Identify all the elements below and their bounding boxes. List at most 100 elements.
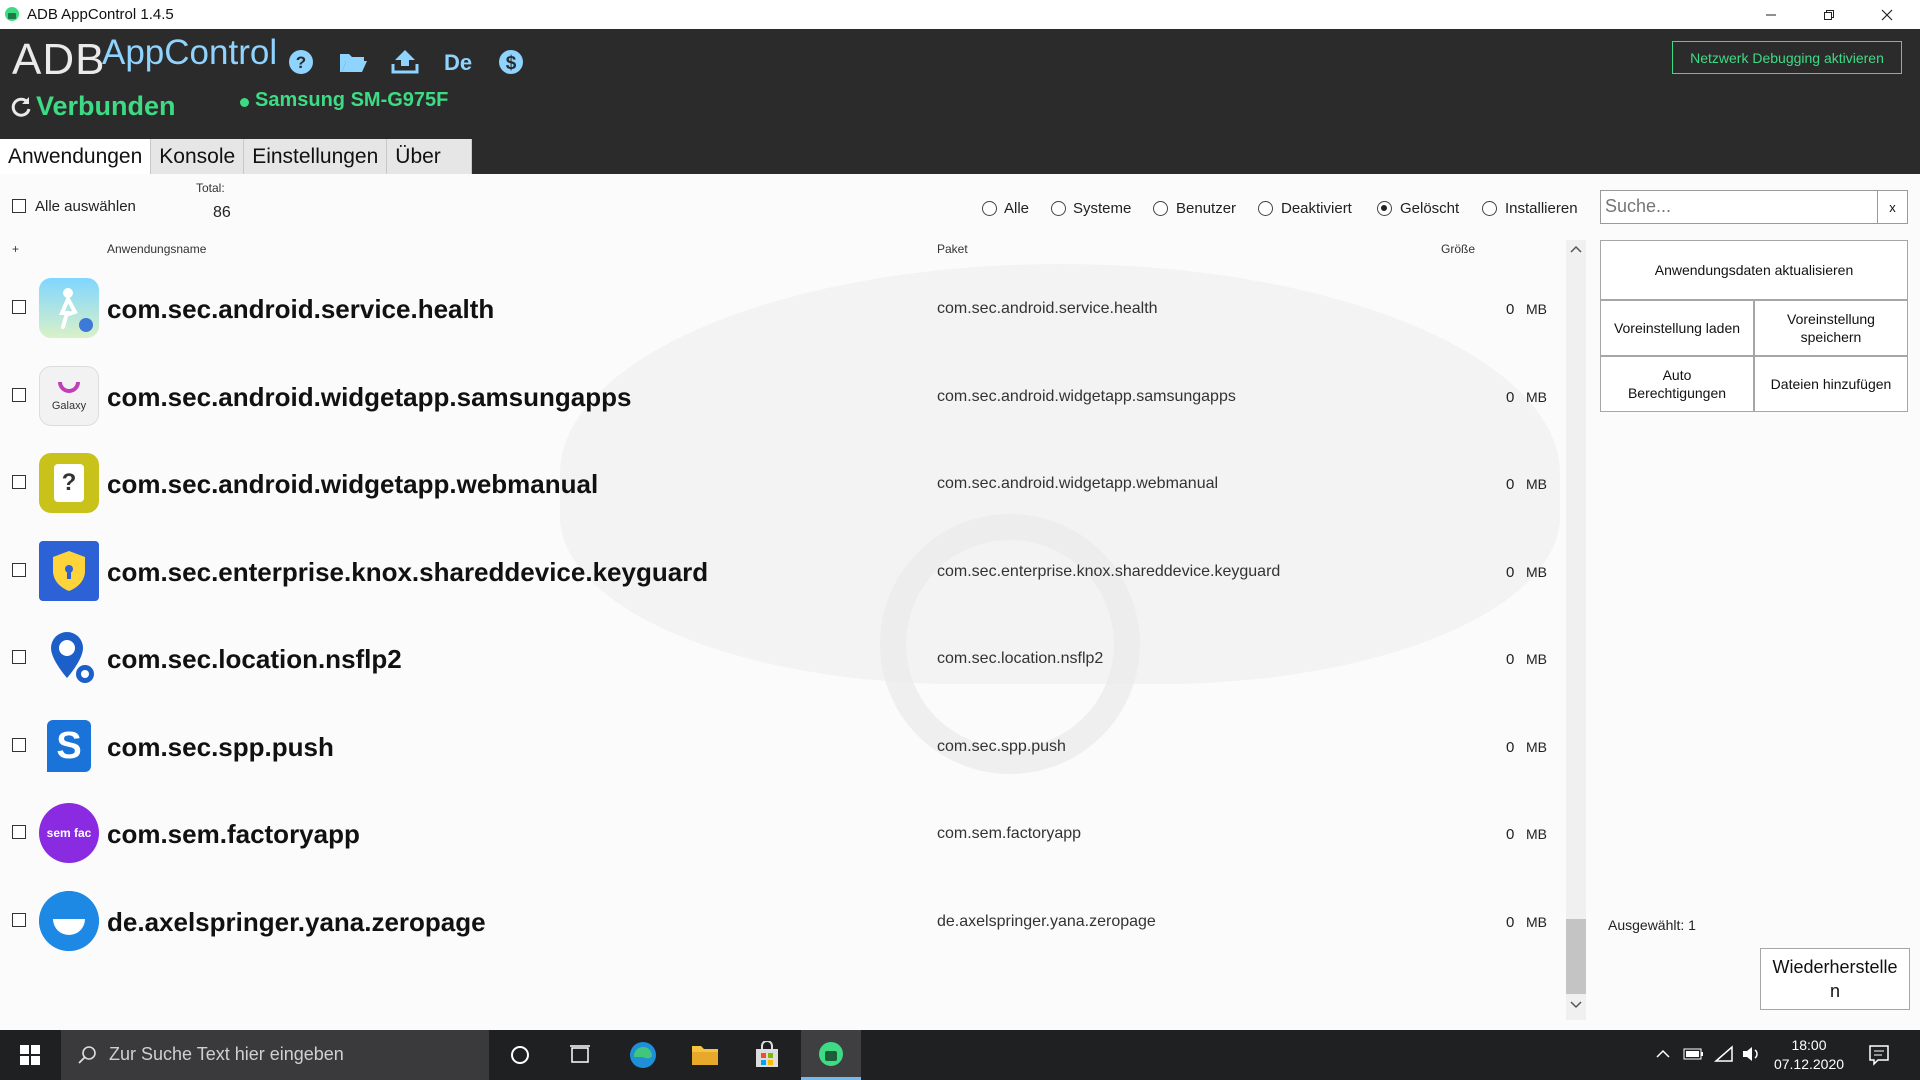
web-manual-icon: ? — [39, 453, 99, 513]
app-size: 0 — [1506, 301, 1515, 318]
tab-console[interactable]: Konsole — [151, 139, 245, 174]
device-name: Samsung SM-G975F — [255, 89, 449, 111]
restore-button[interactable]: Wiederherstellen — [1760, 948, 1910, 1010]
app-package: com.sec.location.nsflp2 — [937, 650, 1104, 667]
minimize-button[interactable] — [1742, 0, 1800, 29]
app-package: com.sec.android.widgetapp.webmanual — [937, 475, 1219, 492]
row-checkbox[interactable] — [12, 825, 26, 839]
table-row[interactable]: com.sec.enterprise.knox.shareddevice.key… — [0, 533, 1560, 613]
app-name: com.sec.spp.push — [107, 732, 334, 762]
save-preset-button[interactable]: Voreinstellung speichern — [1754, 300, 1908, 356]
tab-about[interactable]: Über — [387, 139, 473, 174]
android-app-icon — [5, 7, 19, 21]
windows-logo-icon — [20, 1045, 40, 1065]
app-package: com.sec.enterprise.knox.shareddevice.key… — [937, 563, 1281, 580]
list-scrollbar[interactable] — [1566, 240, 1586, 1020]
table-row[interactable]: sem fac com.sem.factoryapp com.sem.facto… — [0, 795, 1560, 875]
edge-taskbar-button[interactable] — [615, 1030, 671, 1080]
filter-install-radio[interactable] — [1482, 201, 1497, 216]
filter-user-label: Benutzer — [1176, 200, 1237, 217]
tab-applications[interactable]: Anwendungen — [0, 139, 152, 174]
notifications-icon[interactable] — [1868, 1044, 1890, 1066]
selected-count: Ausgewählt: 1 — [1608, 917, 1696, 933]
scrollbar-thumb[interactable] — [1566, 919, 1586, 994]
refresh-app-data-button[interactable]: Anwendungsdaten aktualisieren — [1600, 240, 1908, 300]
file-explorer-taskbar-button[interactable] — [677, 1030, 733, 1080]
samsung-push-icon-text: S — [47, 720, 91, 772]
app-package: com.sec.android.widgetapp.samsungapps — [937, 388, 1236, 405]
filter-deleted-radio[interactable] — [1377, 201, 1392, 216]
store-taskbar-button[interactable] — [739, 1030, 795, 1080]
upload-icon[interactable] — [388, 45, 422, 79]
volume-icon[interactable] — [1741, 1045, 1761, 1063]
svg-text:$: $ — [506, 53, 517, 74]
app-size: 0 — [1506, 651, 1515, 668]
windows-taskbar: Zur Suche Text hier eingeben 18:00 07.12… — [0, 1030, 1920, 1080]
factory-app-icon: sem fac — [39, 803, 99, 863]
close-window-button[interactable] — [1858, 0, 1916, 29]
row-checkbox[interactable] — [12, 913, 26, 927]
close-icon — [1881, 9, 1893, 20]
row-checkbox[interactable] — [12, 388, 26, 402]
add-files-button[interactable]: Dateien hinzufügen — [1754, 356, 1908, 412]
table-row[interactable]: S com.sec.spp.push com.sec.spp.push 0 MB — [0, 708, 1560, 788]
scroll-down-icon[interactable] — [1569, 1000, 1583, 1010]
task-view-icon — [570, 1045, 590, 1063]
donate-dollar-icon[interactable]: $ — [494, 45, 528, 79]
table-row[interactable]: Galaxy com.sec.android.widgetapp.samsung… — [0, 358, 1560, 438]
cortana-circle-icon — [511, 1046, 529, 1064]
table-row[interactable]: com.sec.android.service.health com.sec.a… — [0, 270, 1560, 350]
column-package[interactable]: Paket — [937, 242, 968, 256]
de-language-icon[interactable]: De — [441, 45, 475, 79]
tab-settings[interactable]: Einstellungen — [244, 139, 388, 174]
task-view-button[interactable] — [552, 1030, 608, 1080]
filter-all-radio[interactable] — [982, 201, 997, 216]
network-debugging-button[interactable]: Netzwerk Debugging aktivieren — [1672, 41, 1902, 74]
start-button[interactable] — [2, 1030, 58, 1080]
device-status-dot — [240, 98, 249, 107]
table-row[interactable]: com.sec.location.nsflp2 com.sec.location… — [0, 620, 1560, 700]
app-size: 0 — [1506, 914, 1515, 931]
row-checkbox[interactable] — [12, 650, 26, 664]
column-plus[interactable]: + — [12, 242, 19, 256]
help-icon[interactable]: ? — [284, 45, 318, 79]
android-app-icon — [819, 1041, 843, 1066]
battery-icon[interactable] — [1683, 1047, 1705, 1061]
filter-system-radio[interactable] — [1051, 201, 1066, 216]
tab-bar: Anwendungen Konsole Einstellungen Über — [0, 139, 473, 174]
search-input[interactable] — [1601, 191, 1864, 221]
folder-open-icon[interactable] — [336, 45, 370, 79]
wifi-icon[interactable] — [1714, 1045, 1734, 1063]
search-clear-button[interactable]: x — [1878, 190, 1908, 224]
column-app-name[interactable]: Anwendungsname — [107, 242, 206, 256]
refresh-icon[interactable] — [9, 95, 33, 119]
cortana-button[interactable] — [492, 1030, 548, 1080]
restore-window-button[interactable] — [1800, 0, 1858, 29]
taskbar-search-box[interactable]: Zur Suche Text hier eingeben — [61, 1030, 489, 1080]
table-row[interactable]: de.axelspringer.yana.zeropage de.axelspr… — [0, 883, 1560, 963]
adb-appcontrol-taskbar-button[interactable] — [801, 1030, 861, 1080]
tray-chevron-up-icon[interactable] — [1655, 1048, 1671, 1060]
app-package: com.sec.android.service.health — [937, 300, 1158, 317]
svg-text:De: De — [444, 50, 472, 75]
table-row[interactable]: ? com.sec.android.widgetapp.webmanual co… — [0, 445, 1560, 525]
minimize-icon — [1766, 14, 1776, 15]
row-checkbox[interactable] — [12, 475, 26, 489]
taskbar-clock[interactable]: 18:00 07.12.2020 — [1766, 1036, 1852, 1074]
scroll-up-icon[interactable] — [1569, 244, 1583, 254]
app-name: com.sec.android.widgetapp.webmanual — [107, 469, 599, 499]
auto-permissions-button[interactable]: Auto Berechtigungen — [1600, 356, 1754, 412]
row-checkbox[interactable] — [12, 300, 26, 314]
filter-user-radio[interactable] — [1153, 201, 1168, 216]
row-checkbox[interactable] — [12, 738, 26, 752]
svg-text:?: ? — [296, 53, 306, 72]
select-all-label: Alle auswählen — [35, 198, 136, 215]
load-preset-button[interactable]: Voreinstellung laden — [1600, 300, 1754, 356]
size-unit: MB — [1526, 301, 1547, 317]
column-size[interactable]: Größe — [1441, 242, 1475, 256]
web-manual-icon-text: ? — [54, 464, 84, 502]
row-checkbox[interactable] — [12, 563, 26, 577]
window-title: ADB AppControl 1.4.5 — [27, 6, 174, 23]
select-all-checkbox[interactable] — [12, 199, 26, 213]
filter-disabled-radio[interactable] — [1258, 201, 1273, 216]
